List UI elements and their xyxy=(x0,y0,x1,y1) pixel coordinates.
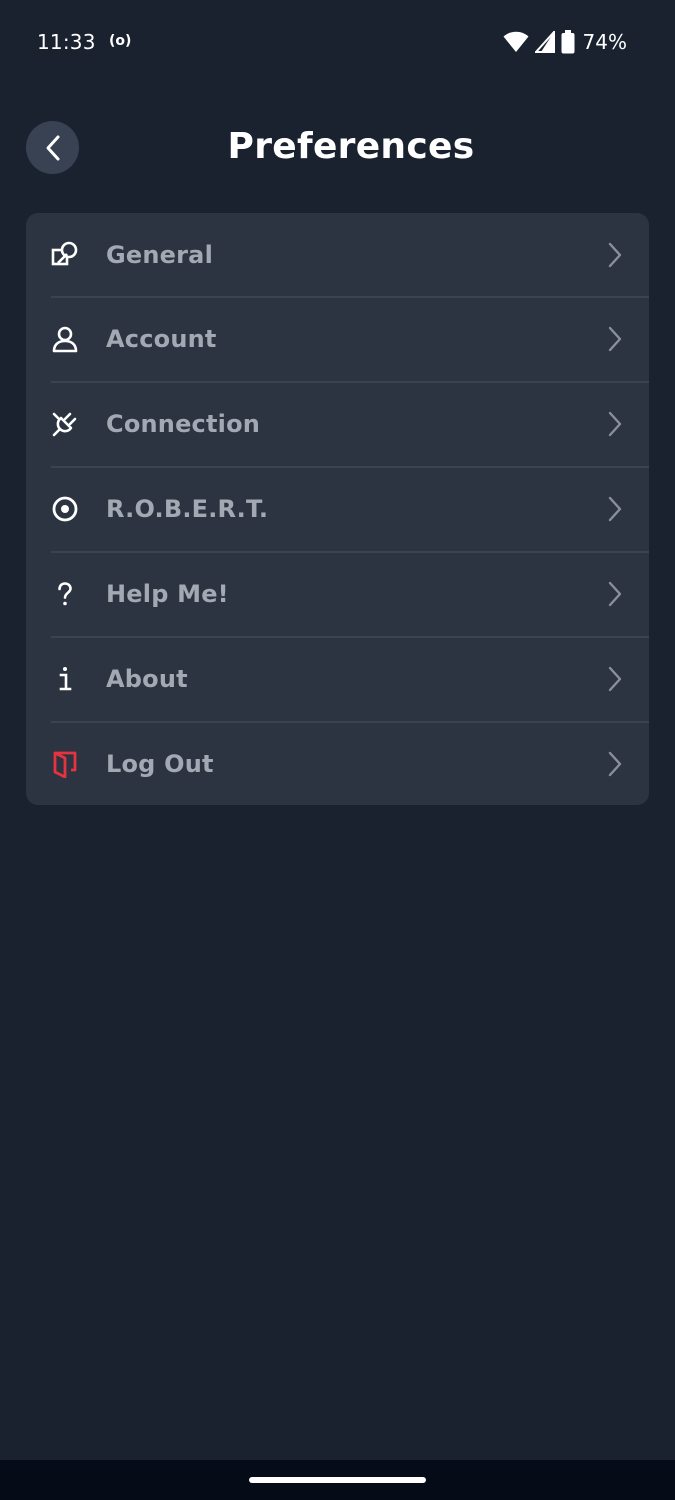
logout-door-icon xyxy=(51,750,79,778)
menu-item-label: General xyxy=(106,240,213,269)
menu-item-account[interactable]: Account xyxy=(26,296,649,381)
menu-item-help[interactable]: Help Me! xyxy=(26,551,649,636)
menu-item-label: About xyxy=(106,664,188,693)
page-title: Preferences xyxy=(227,126,475,167)
plug-icon xyxy=(51,410,79,438)
battery-icon xyxy=(561,30,575,54)
status-bar: 11:33 (o) 74% xyxy=(0,0,675,86)
chevron-right-icon xyxy=(608,242,622,267)
robot-eye-icon xyxy=(51,495,79,523)
menu-item-robert[interactable]: R.O.B.E.R.T. xyxy=(26,466,649,551)
signal-icon xyxy=(534,31,555,53)
status-right-cluster: 74% xyxy=(503,29,627,55)
menu-item-label: R.O.B.E.R.T. xyxy=(106,494,269,523)
preferences-menu: General Account Connection R.O.B.E.R.T. … xyxy=(26,213,649,805)
wifi-icon xyxy=(503,31,529,52)
chevron-right-icon xyxy=(608,751,622,776)
chevron-right-icon xyxy=(608,666,622,691)
cast-indicator-icon: (o) xyxy=(109,33,132,49)
person-icon xyxy=(51,325,79,353)
chevron-right-icon xyxy=(608,411,622,436)
menu-item-connection[interactable]: Connection xyxy=(26,381,649,466)
battery-percent: 74% xyxy=(582,30,627,54)
home-gesture-handle[interactable] xyxy=(249,1477,426,1483)
menu-item-logout[interactable]: Log Out xyxy=(26,721,649,805)
question-icon xyxy=(51,580,79,608)
system-nav-bar xyxy=(0,1460,675,1500)
menu-item-about[interactable]: About xyxy=(26,636,649,721)
menu-item-label: Help Me! xyxy=(106,579,229,608)
menu-item-label: Connection xyxy=(106,409,261,438)
info-icon xyxy=(51,665,79,693)
chevron-right-icon xyxy=(608,581,622,606)
menu-item-label: Log Out xyxy=(106,749,214,778)
shapes-icon xyxy=(51,241,79,269)
status-time: 11:33 xyxy=(37,30,96,54)
menu-item-general[interactable]: General xyxy=(26,213,649,296)
chevron-right-icon xyxy=(608,326,622,351)
menu-item-label: Account xyxy=(106,324,217,353)
chevron-right-icon xyxy=(608,496,622,521)
